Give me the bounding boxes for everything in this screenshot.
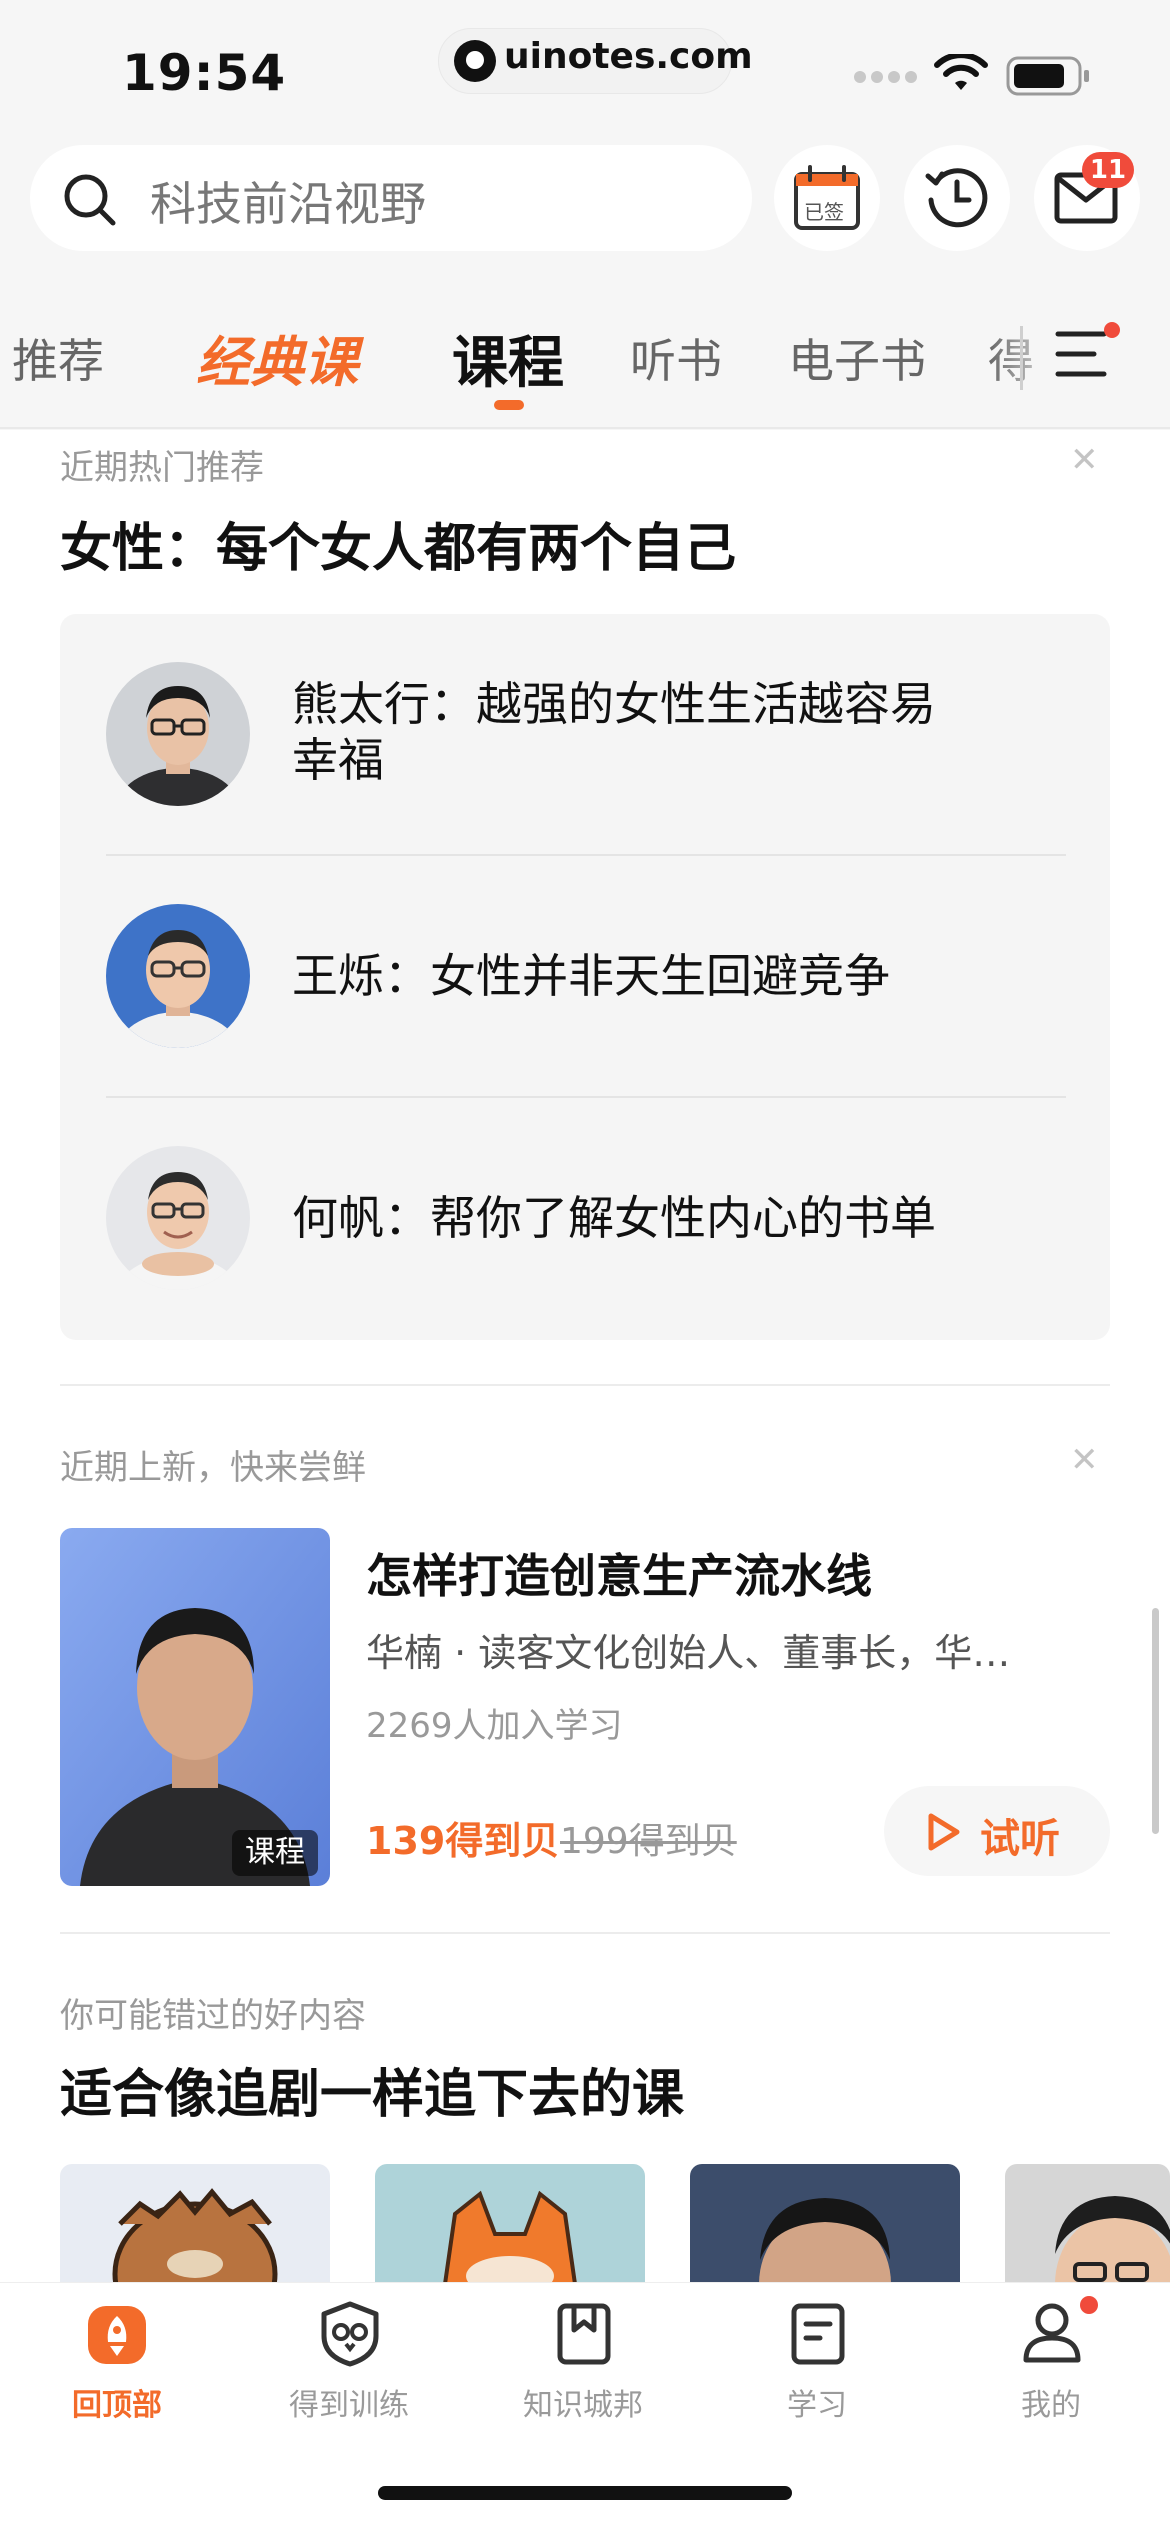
section3-title: 适合像追剧一样追下去的课	[60, 2065, 685, 2125]
tab-recommend[interactable]: 推荐	[12, 325, 104, 391]
course-thumb-2[interactable]	[375, 2164, 645, 2284]
nav-study-label: 学习	[787, 2388, 847, 2423]
avatar-he	[106, 1146, 250, 1290]
checkin-label: 已签	[804, 200, 844, 224]
nav-training-label: 得到训练	[289, 2388, 409, 2423]
avatar-xiong	[106, 662, 250, 806]
rocket-icon	[88, 2306, 146, 2364]
section-divider	[60, 1384, 1110, 1386]
topic-row-2-line1: 王烁：女性并非天生回避竞争	[292, 949, 890, 1003]
nav-knowledge-city-label: 知识城邦	[523, 2388, 643, 2423]
course-title: 怎样打造创意生产流水线	[366, 1549, 872, 1603]
cellular-signal-icon	[854, 68, 922, 87]
site-logo-icon	[454, 40, 496, 82]
section2-hint: 近期上新，快来尝鲜	[60, 1448, 366, 1488]
user-icon	[1023, 2303, 1081, 2363]
tab-audiobook[interactable]: 听书	[630, 325, 722, 391]
try-listen-label: 试听	[980, 1816, 1060, 1862]
tab-divider	[1020, 326, 1023, 390]
history-icon	[925, 168, 988, 228]
course-original-price: 199得到贝	[560, 1821, 737, 1862]
course-cover-tag: 课程	[232, 1830, 318, 1876]
search-placeholder: 科技前沿视野	[150, 177, 426, 231]
wifi-icon	[934, 54, 988, 90]
section2-close-icon[interactable]: ✕	[1070, 1440, 1099, 1480]
play-icon	[928, 1813, 960, 1851]
course-subtitle: 华楠 · 读客文化创始人、董事长，华…	[366, 1631, 1011, 1675]
course-learners: 2269人加入学习	[366, 1706, 623, 1746]
scrollbar[interactable]	[1152, 1608, 1159, 1834]
header-divider	[0, 427, 1170, 429]
battery-icon	[1006, 56, 1089, 96]
owl-shield-icon	[321, 2301, 379, 2367]
course-price: 139得到贝	[366, 1819, 560, 1863]
avatar-wang	[106, 904, 250, 1048]
section3-hint: 你可能错过的好内容	[60, 1996, 366, 2036]
tab-classic[interactable]: 经典课	[196, 318, 358, 397]
section1-close-icon[interactable]: ✕	[1070, 440, 1099, 480]
menu-notification-dot	[1104, 322, 1120, 338]
nav-back-to-top-label: 回顶部	[72, 2388, 162, 2423]
url-text: uinotes.com	[504, 36, 753, 77]
nav-me-label: 我的	[1021, 2388, 1081, 2423]
section1-title: 女性：每个女人都有两个自己	[60, 519, 737, 579]
topic-row-3-line1: 何帆：帮你了解女性内心的书单	[292, 1191, 936, 1245]
course-thumb-3[interactable]	[690, 2164, 960, 2284]
me-notification-dot	[1080, 2296, 1098, 2314]
menu-icon[interactable]	[1054, 328, 1110, 380]
note-icon	[791, 2303, 845, 2365]
topic-row-1-line2: 幸福	[292, 733, 384, 787]
tab-course[interactable]: 课程	[452, 318, 564, 399]
topic-row-1-line1: 熊太行：越强的女性生活越容易	[292, 677, 936, 731]
search-icon	[64, 174, 116, 226]
home-indicator	[378, 2486, 792, 2500]
status-time: 19:54	[122, 44, 287, 102]
course-thumb-4[interactable]	[1005, 2164, 1170, 2284]
section1-hint: 近期热门推荐	[60, 448, 264, 488]
tab-ebook[interactable]: 电子书	[788, 325, 926, 391]
course-thumb-1[interactable]	[60, 2164, 330, 2284]
mail-badge: 11	[1082, 152, 1134, 188]
bookmark-book-icon	[557, 2303, 611, 2365]
section-divider	[60, 1932, 1110, 1934]
tab-indicator	[494, 400, 524, 410]
